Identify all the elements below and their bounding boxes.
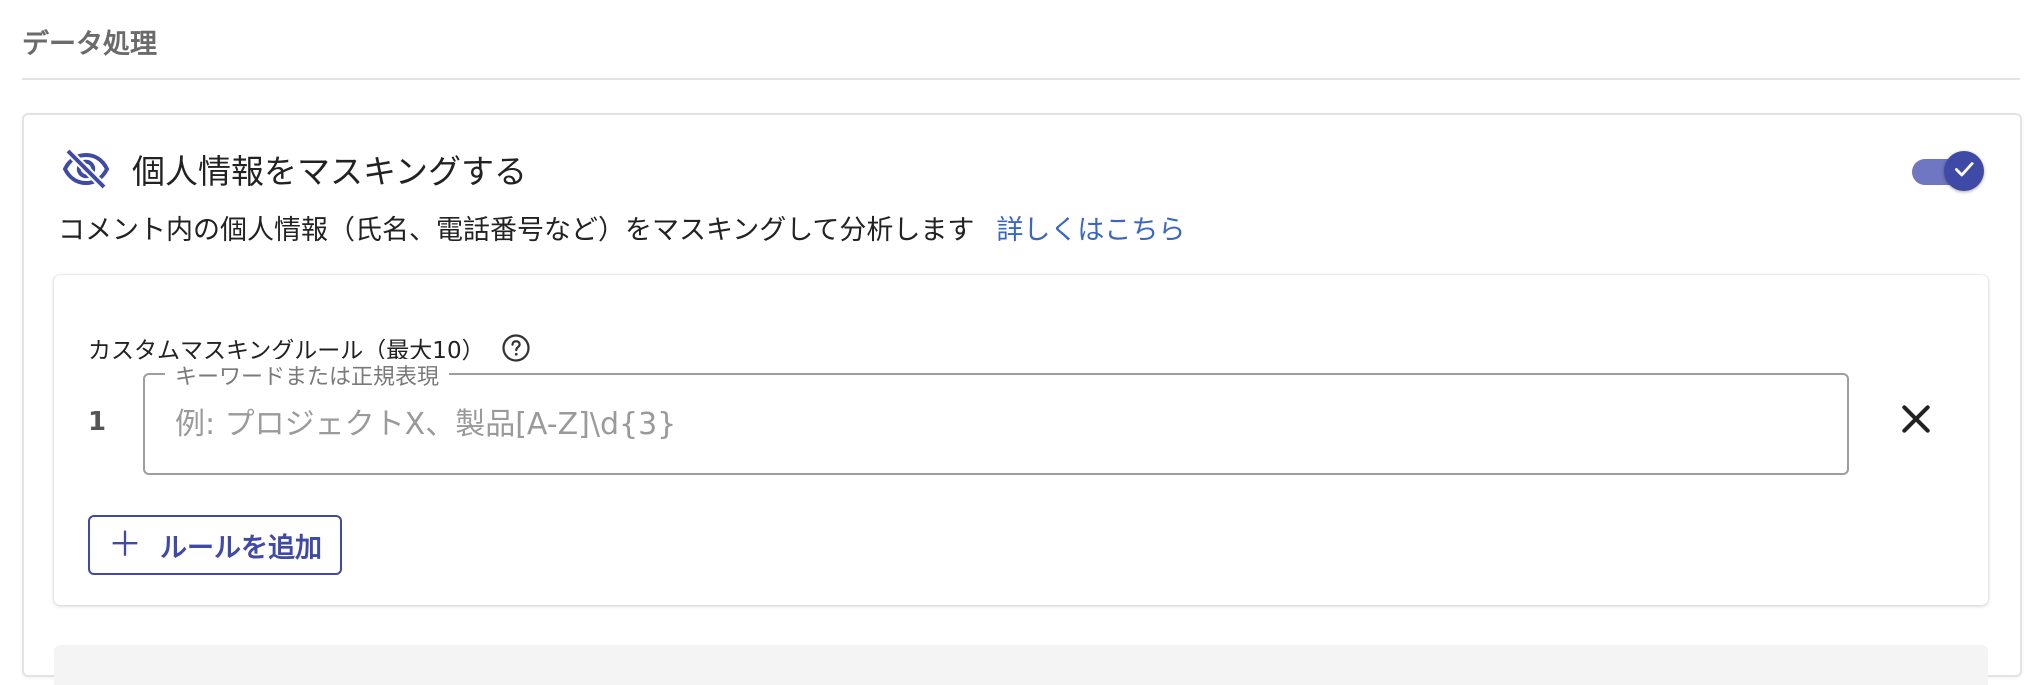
section-divider [22, 78, 2020, 80]
rule-keyword-field: キーワードまたは正規表現 [143, 359, 1849, 475]
toggle-thumb [1944, 151, 1984, 191]
masking-toggle[interactable] [1910, 149, 1986, 193]
add-rule-label: ルールを追加 [160, 532, 322, 564]
rule-row: 1 キーワードまたは正規表現 [54, 359, 1988, 479]
next-settings-panel [54, 645, 1988, 685]
add-rule-button[interactable]: ＋ ルールを追加 [88, 515, 342, 575]
description-text: コメント内の個人情報（氏名、電話番号など）をマスキングして分析します [58, 215, 975, 246]
eye-off-icon [62, 145, 110, 193]
plus-icon: ＋ [108, 525, 142, 565]
help-circle-icon[interactable] [501, 333, 531, 363]
masking-description: コメント内の個人情報（氏名、電話番号など）をマスキングして分析します 詳しくはこち… [58, 208, 1185, 247]
masking-title: 個人情報をマスキングする [132, 152, 528, 191]
remove-rule-button[interactable] [1896, 399, 1936, 439]
rule-keyword-input[interactable] [173, 395, 1817, 453]
check-icon [1951, 156, 1977, 186]
rule-field-label: キーワードまたは正規表現 [165, 359, 450, 391]
rule-index: 1 [88, 407, 107, 437]
details-link[interactable]: 詳しくはこちら [996, 215, 1185, 246]
masking-settings-card: 個人情報をマスキングする コメント内の個人情報（氏名、電話番号など）をマスキング… [22, 113, 2022, 685]
section-title: データ処理 [22, 29, 157, 60]
custom-rules-panel: カスタムマスキングルール（最大10） 1 キーワードまたは正規表現 例: プロジ… [54, 275, 1988, 605]
close-icon [1896, 405, 1936, 443]
masking-header: 個人情報をマスキングする [62, 145, 527, 193]
